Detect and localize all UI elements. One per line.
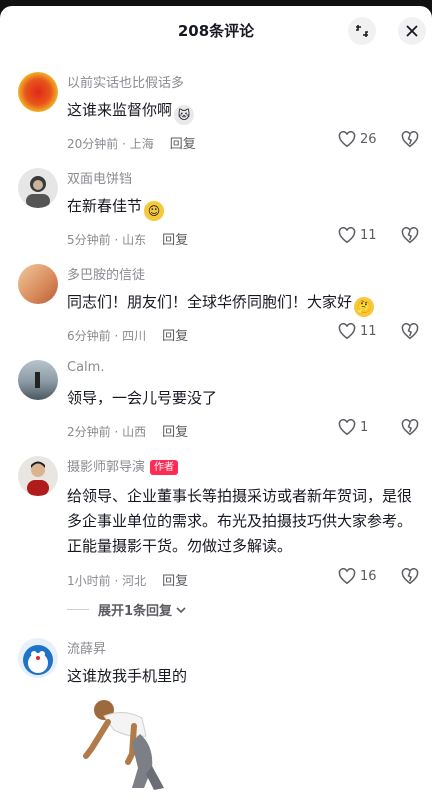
avatar[interactable] bbox=[18, 638, 58, 678]
smile-emoji-icon: ☺ bbox=[144, 201, 165, 221]
cat-face-emoji-icon: 🐱 bbox=[174, 105, 195, 125]
meta-separator: · bbox=[110, 574, 123, 588]
like-count: 11 bbox=[360, 324, 377, 339]
dislike-button[interactable] bbox=[401, 567, 419, 589]
comment-time: 6分钟前 bbox=[67, 329, 111, 343]
comment-text: 领导，一会儿号要没了 bbox=[67, 389, 218, 407]
avatar[interactable] bbox=[18, 264, 58, 304]
dislike-button[interactable] bbox=[401, 418, 419, 440]
broken-heart-icon bbox=[401, 418, 419, 436]
comment-time: 5分钟前 bbox=[67, 233, 111, 247]
comment-username[interactable]: 以前实话也比假话多 bbox=[67, 72, 184, 91]
author-badge: 作者 bbox=[150, 460, 179, 475]
comment-text: 这谁来监督你啊 🐱 bbox=[67, 99, 387, 125]
reply-button[interactable]: 回复 bbox=[162, 233, 188, 248]
broken-heart-icon bbox=[401, 567, 419, 585]
comment-username-text: 摄影师郭导演 bbox=[67, 460, 146, 475]
comment-time: 20分钟前 bbox=[67, 137, 119, 151]
avatar[interactable] bbox=[18, 168, 58, 208]
comment-meta: 6分钟前 · 四川 回复 bbox=[67, 325, 188, 344]
collapse-icon bbox=[356, 25, 368, 37]
dislike-button[interactable] bbox=[401, 322, 419, 344]
like-button[interactable]: 11 bbox=[338, 323, 377, 340]
comment-text-content: 同志们！朋友们！全球华侨同胞们！大家好 bbox=[67, 293, 353, 311]
expand-replies-label: 展开1条回复 bbox=[98, 604, 173, 619]
comment-username[interactable]: 多巴胺的信徒 bbox=[67, 264, 145, 283]
comment-username[interactable]: 摄影师郭导演 作者 bbox=[67, 456, 179, 475]
comment-location: 山西 bbox=[122, 425, 147, 439]
thinking-emoji-icon: 🤔 bbox=[354, 297, 375, 317]
comment-text: 这谁放我手机里的 bbox=[67, 667, 188, 685]
comment-meta: 1小时前 · 河北 回复 bbox=[67, 570, 188, 589]
comment-username[interactable]: 双面电饼铛 bbox=[67, 168, 132, 187]
comment-meta: 2分钟前 · 山西 回复 bbox=[67, 421, 188, 440]
reply-button[interactable]: 回复 bbox=[170, 137, 196, 152]
close-button[interactable] bbox=[398, 17, 426, 45]
expand-divider bbox=[67, 609, 89, 610]
chevron-down-icon bbox=[176, 606, 186, 613]
avatar[interactable] bbox=[18, 456, 58, 496]
comment-time: 2分钟前 bbox=[67, 425, 111, 439]
like-button[interactable]: 26 bbox=[338, 131, 377, 148]
meta-separator: · bbox=[110, 233, 123, 247]
comment-text: 在新春佳节 ☺ bbox=[67, 195, 387, 221]
reply-button[interactable]: 回复 bbox=[162, 329, 188, 344]
comments-header: 208条评论 bbox=[0, 6, 432, 54]
broken-heart-icon bbox=[401, 226, 419, 244]
comment-meta: 20分钟前 · 上海 回复 bbox=[67, 133, 196, 152]
meta-separator: · bbox=[118, 137, 130, 151]
kneeling-figure-sticker bbox=[83, 700, 164, 790]
like-button[interactable]: 16 bbox=[338, 568, 377, 585]
like-count: 11 bbox=[360, 228, 377, 243]
like-count: 1 bbox=[360, 420, 369, 435]
meta-separator: · bbox=[110, 425, 123, 439]
like-button[interactable]: 1 bbox=[338, 419, 368, 436]
heart-outline-icon bbox=[338, 568, 356, 585]
heart-outline-icon bbox=[338, 227, 356, 244]
comment-location: 上海 bbox=[129, 137, 154, 151]
dislike-button[interactable] bbox=[401, 226, 419, 248]
comment-text-content: 这谁来监督你啊 bbox=[67, 101, 173, 119]
like-button[interactable]: 11 bbox=[338, 227, 377, 244]
comment-text-content: 在新春佳节 bbox=[67, 197, 143, 215]
comment-meta: 5分钟前 · 山东 回复 bbox=[67, 229, 188, 248]
close-icon bbox=[406, 25, 418, 37]
like-count: 16 bbox=[360, 569, 377, 584]
avatar[interactable] bbox=[18, 72, 58, 112]
heart-outline-icon bbox=[338, 323, 356, 340]
reply-button[interactable]: 回复 bbox=[162, 574, 188, 589]
comment-location: 河北 bbox=[122, 574, 147, 588]
broken-heart-icon bbox=[401, 130, 419, 148]
like-count: 26 bbox=[360, 132, 377, 147]
comment-username[interactable]: 流薛昇 bbox=[67, 638, 106, 657]
reply-button[interactable]: 回复 bbox=[162, 425, 188, 440]
heart-outline-icon bbox=[338, 419, 356, 436]
dislike-button[interactable] bbox=[401, 130, 419, 152]
comment-text: 同志们！朋友们！全球华侨同胞们！大家好 🤔 bbox=[67, 291, 407, 317]
comment-text: 给领导、企业董事长等拍摄采访或者新年贺词，是很多企事业单位的需求。布光及拍摄技巧… bbox=[67, 487, 413, 555]
heart-outline-icon bbox=[338, 131, 356, 148]
comment-time: 1小时前 bbox=[67, 574, 111, 588]
comment-username[interactable]: Calm. bbox=[67, 360, 104, 375]
meta-separator: · bbox=[110, 329, 123, 343]
expand-replies-button[interactable]: 展开1条回复 bbox=[67, 600, 187, 619]
comment-location: 山东 bbox=[122, 233, 147, 247]
comments-sheet: 208条评论 以前实话也比假话多 这谁来监督你啊 🐱 20分钟前 · 上海 回复 2… bbox=[0, 6, 432, 800]
comment-location: 四川 bbox=[122, 329, 147, 343]
avatar[interactable] bbox=[18, 360, 58, 400]
broken-heart-icon bbox=[401, 322, 419, 340]
collapse-button[interactable] bbox=[348, 17, 376, 45]
